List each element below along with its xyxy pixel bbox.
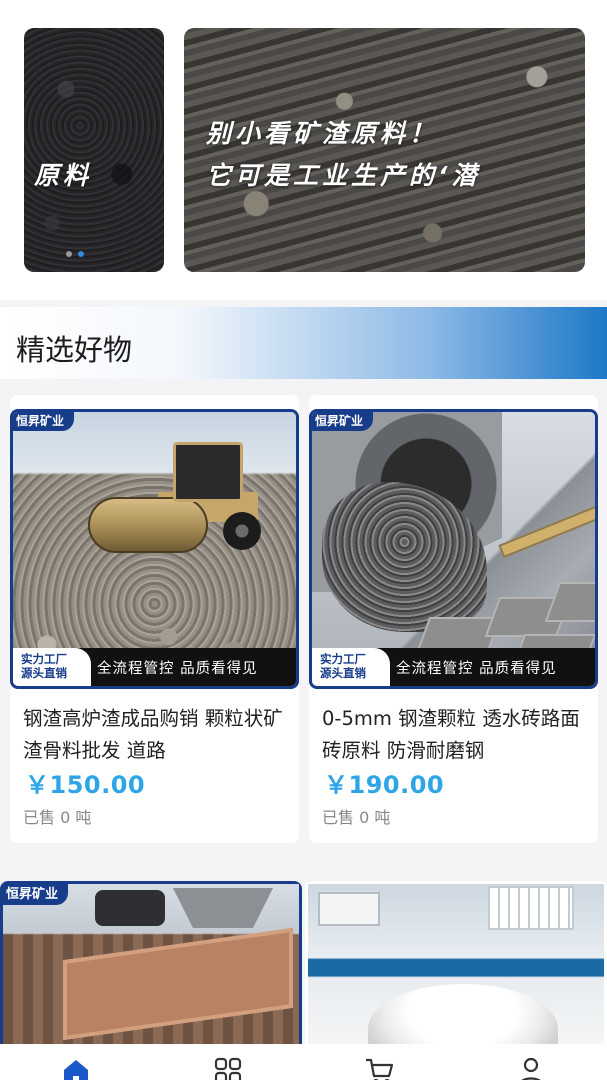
slide-overlay — [24, 28, 164, 272]
product-sold-count: 已售 0 吨 — [322, 808, 391, 827]
carousel-dot — [66, 251, 72, 257]
tab-cart[interactable] — [304, 1044, 456, 1080]
promo-bar: 实力工厂 源头直销 全流程管控 品质看得见 — [13, 648, 296, 686]
bottom-tab-bar — [0, 1044, 607, 1080]
cart-icon — [366, 1058, 394, 1080]
product-card[interactable] — [305, 881, 607, 1051]
white-powder-shape — [368, 984, 558, 1048]
paver-brick-shape — [544, 582, 595, 622]
tab-category[interactable] — [152, 1044, 304, 1080]
roller-drum — [88, 497, 208, 553]
banner-slide-previous[interactable]: 原料 — [24, 28, 164, 272]
brand-tag: 恒昇矿业 — [312, 412, 374, 431]
lab-powder-image — [308, 884, 604, 1048]
roller-cab — [173, 442, 243, 502]
test-tube-rack-shape — [488, 886, 574, 930]
brand-tag: 恒昇矿业 — [13, 412, 75, 431]
vibrating-screen-image — [3, 884, 299, 1048]
tab-profile[interactable] — [455, 1044, 607, 1080]
banner-carousel[interactable]: 原料 别小看矿渣原料！ 它可是工业生产的‘潜 — [0, 0, 607, 300]
screen-deck-shape — [63, 927, 293, 1041]
conveyor-belt-shape — [498, 503, 595, 559]
lab-device-shape — [318, 892, 380, 926]
product-image[interactable]: 恒昇矿业 实力工厂 源头直销 全流程管控 品质看得见 — [309, 409, 598, 689]
banner-headline-line1: 别小看矿渣原料！ — [206, 119, 439, 148]
product-image[interactable]: 恒昇矿业 — [0, 881, 302, 1051]
slide-overlay — [184, 28, 585, 272]
carousel-dot-active — [78, 251, 84, 257]
product-price: ￥190.00 — [324, 771, 445, 799]
brand-tag: 恒昇矿业 — [3, 884, 69, 905]
category-icon — [214, 1057, 241, 1080]
promo-badge-line1: 实力工厂 — [21, 652, 67, 666]
home-icon — [63, 1060, 88, 1080]
promo-text: 全流程管控 品质看得见 — [396, 661, 557, 677]
hopper-shape — [173, 888, 273, 928]
section-title: 精选好物 — [16, 333, 133, 367]
product-image[interactable] — [305, 881, 607, 1051]
user-icon — [521, 1057, 541, 1080]
roller-wheel — [223, 512, 261, 550]
tab-home[interactable] — [0, 1044, 152, 1080]
product-price: ￥150.00 — [25, 771, 146, 799]
promo-badge-line1: 实力工厂 — [320, 652, 366, 666]
product-title[interactable]: 0-5mm 钢渣颗粒 透水砖路面砖原料 防滑耐磨钢 — [322, 703, 592, 767]
promo-bar: 实力工厂 源头直销 全流程管控 品质看得见 — [312, 648, 595, 686]
section-header: 精选好物 — [0, 307, 607, 379]
product-sold-count: 已售 0 吨 — [23, 808, 92, 827]
product-card[interactable]: 恒昇矿业 — [0, 881, 302, 1051]
promo-badge: 实力工厂 源头直销 — [13, 648, 91, 686]
promo-badge-line2: 源头直销 — [21, 666, 67, 680]
product-card[interactable]: 恒昇矿业 实力工厂 源头直销 全流程管控 品质看得见 0-5mm 钢渣颗粒 透水… — [309, 395, 598, 843]
banner-headline-line2: 它可是工业生产的‘潜 — [206, 161, 481, 190]
banner-slide-current[interactable]: 别小看矿渣原料！ 它可是工业生产的‘潜 — [184, 28, 585, 272]
carousel-dots — [66, 251, 84, 257]
product-image[interactable]: 恒昇矿业 实力工厂 源头直销 全流程管控 品质看得见 — [10, 409, 299, 689]
promo-badge: 实力工厂 源头直销 — [312, 648, 390, 686]
promo-text: 全流程管控 品质看得见 — [97, 661, 258, 677]
motor-shape — [95, 890, 165, 926]
product-card[interactable]: 恒昇矿业 实力工厂 源头直销 全流程管控 品质看得见 钢渣高炉渣成品购销 颗粒状… — [10, 395, 299, 843]
road-roller-image — [13, 412, 296, 686]
banner-slide-text: 原料 — [34, 161, 93, 190]
road-roller-shape — [88, 442, 263, 553]
promo-badge-line2: 源头直销 — [320, 666, 366, 680]
slag-chute-image — [312, 412, 595, 686]
product-title[interactable]: 钢渣高炉渣成品购销 颗粒状矿渣骨料批发 道路 — [23, 703, 293, 767]
